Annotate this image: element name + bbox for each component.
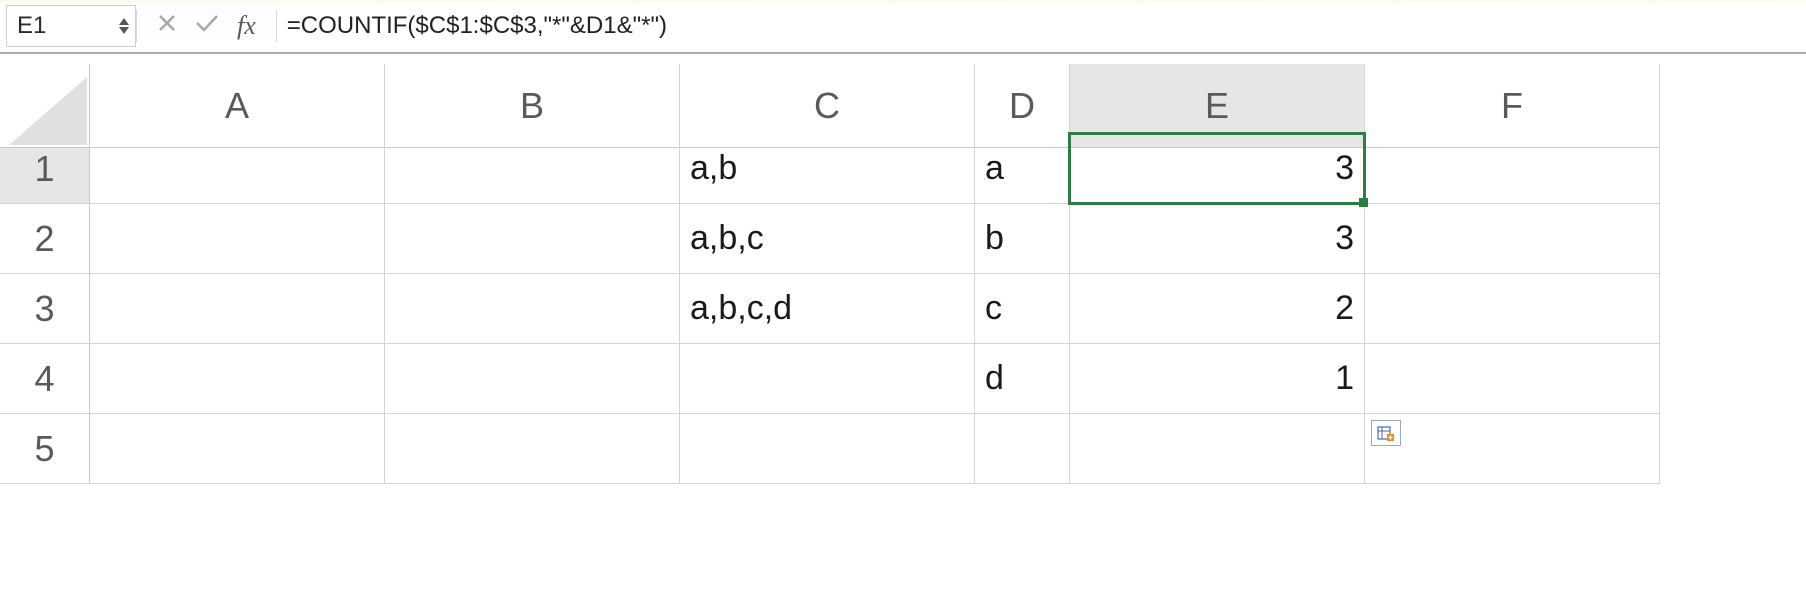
corner-triangle-icon — [9, 77, 87, 145]
fx-icon[interactable]: fx — [237, 11, 256, 41]
confirm-icon[interactable] — [195, 12, 219, 40]
cell-F1[interactable] — [1365, 134, 1660, 204]
cell-E4[interactable]: 1 — [1070, 344, 1365, 414]
cell-B5[interactable] — [385, 414, 680, 484]
name-box-stepper[interactable] — [119, 18, 129, 34]
cell-A1[interactable] — [90, 134, 385, 204]
arrow-up-icon[interactable] — [119, 18, 129, 25]
cell-A2[interactable] — [90, 204, 385, 274]
cell-A3[interactable] — [90, 274, 385, 344]
cell-B4[interactable] — [385, 344, 680, 414]
cell-C3[interactable]: a,b,c,d — [680, 274, 975, 344]
cell-E3[interactable]: 2 — [1070, 274, 1365, 344]
cell-C4[interactable] — [680, 344, 975, 414]
insert-options-button[interactable] — [1371, 420, 1401, 446]
cell-B3[interactable] — [385, 274, 680, 344]
cell-D4[interactable]: d — [975, 344, 1070, 414]
select-all-corner[interactable] — [0, 64, 90, 148]
cell-D1[interactable]: a — [975, 134, 1070, 204]
cell-A5[interactable] — [90, 414, 385, 484]
cell-D3[interactable]: c — [975, 274, 1070, 344]
formula-controls: fx — [137, 11, 276, 41]
cell-F5[interactable] — [1365, 414, 1660, 484]
cell-F2[interactable] — [1365, 204, 1660, 274]
row-header-3[interactable]: 3 — [0, 274, 90, 344]
cell-B2[interactable] — [385, 204, 680, 274]
cell-D2[interactable]: b — [975, 204, 1070, 274]
cell-F4[interactable] — [1365, 344, 1660, 414]
cell-C5[interactable] — [680, 414, 975, 484]
cell-F3[interactable] — [1365, 274, 1660, 344]
cancel-icon[interactable] — [157, 12, 177, 40]
cell-E2[interactable]: 3 — [1070, 204, 1365, 274]
cell-E5[interactable] — [1070, 414, 1365, 484]
name-box[interactable]: E1 — [6, 5, 136, 47]
row-header-5[interactable]: 5 — [0, 414, 90, 484]
spreadsheet-grid: A B C D E F 1 a,b a 3 2 a,b,c b 3 3 a,b,… — [0, 64, 1806, 484]
cell-D5[interactable] — [975, 414, 1070, 484]
cell-B1[interactable] — [385, 134, 680, 204]
cell-C1[interactable]: a,b — [680, 134, 975, 204]
cell-C2[interactable]: a,b,c — [680, 204, 975, 274]
row-header-4[interactable]: 4 — [0, 344, 90, 414]
row-header-2[interactable]: 2 — [0, 204, 90, 274]
arrow-down-icon[interactable] — [119, 27, 129, 34]
cell-A4[interactable] — [90, 344, 385, 414]
name-box-text: E1 — [7, 12, 46, 40]
cell-E1[interactable]: 3 — [1070, 134, 1365, 204]
formula-input[interactable] — [277, 5, 1806, 47]
formula-bar: E1 fx — [0, 0, 1806, 54]
